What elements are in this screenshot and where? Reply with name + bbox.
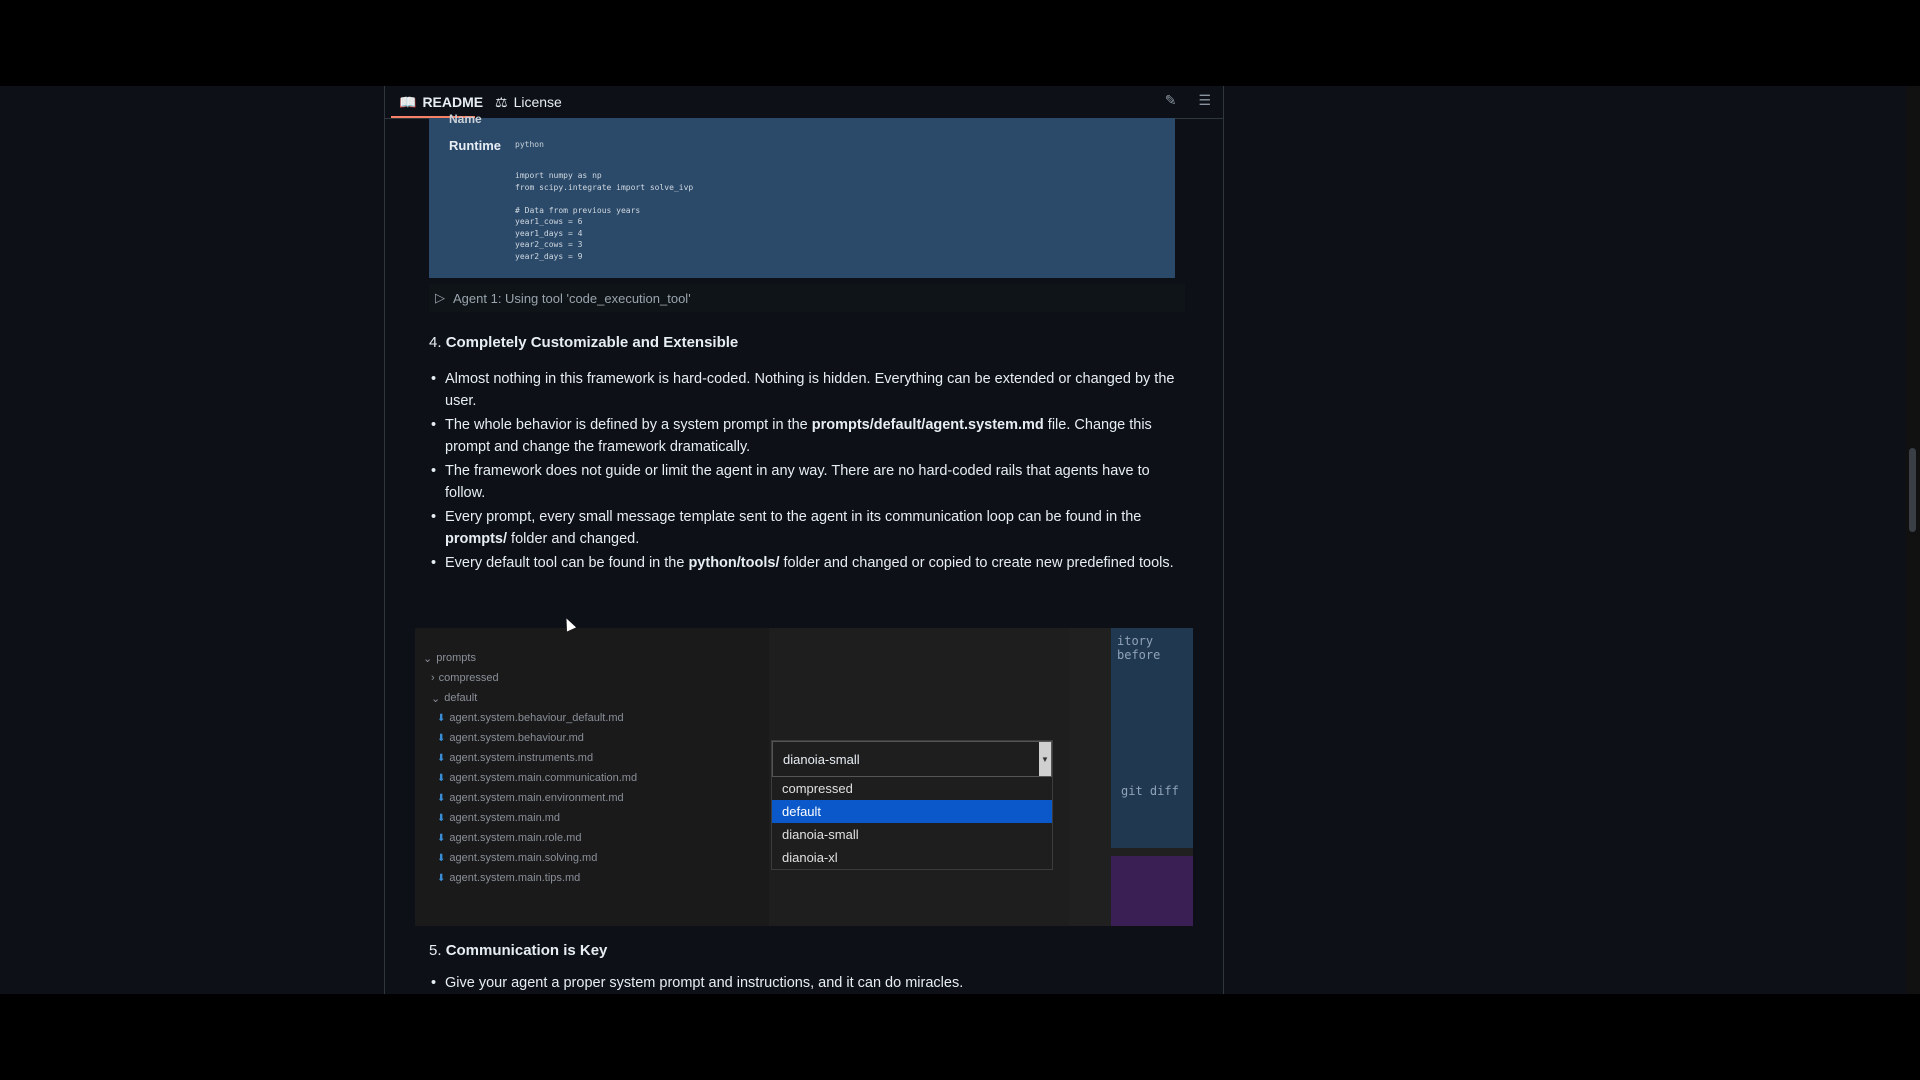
tree-file[interactable]: ⬇ agent.system.behaviour_default.md <box>437 710 624 726</box>
code-card: Name Runtime python import numpy as np f… <box>429 112 1175 278</box>
tree-file[interactable]: ⬇ agent.system.main.solving.md <box>437 850 597 866</box>
tab-license-label: License <box>513 94 562 110</box>
chevron-down-icon[interactable]: ▼ <box>1039 742 1051 776</box>
code-block: import numpy as np from scipy.integrate … <box>515 171 694 261</box>
list-item: Give your agent a proper system prompt a… <box>429 972 1189 994</box>
tree-folder-compressed[interactable]: › compressed <box>431 670 499 686</box>
feature-list: Almost nothing in this framework is hard… <box>429 368 1189 576</box>
agent-tool-bar[interactable]: ▷ Agent 1: Using tool 'code_execution_to… <box>429 284 1185 312</box>
list-item: The framework does not guide or limit th… <box>429 460 1189 504</box>
list-item: The whole behavior is defined by a syste… <box>429 414 1189 458</box>
code-fragment: itory before git diff <box>1111 628 1193 848</box>
readme-tabbar: 📖 README ⚖ License ✎ ☰ <box>385 86 1223 119</box>
tree-folder-default[interactable]: ⌄ default <box>431 690 477 706</box>
section-4-number: 4. <box>429 334 442 351</box>
list-item: Almost nothing in this framework is hard… <box>429 368 1189 412</box>
tree-file[interactable]: ⬇ agent.system.behaviour.md <box>437 730 584 746</box>
markdown-icon: ⬇ <box>437 772 446 784</box>
tab-readme[interactable]: 📖 README <box>399 92 483 112</box>
tree-file[interactable]: ⬇ agent.system.instruments.md <box>437 750 593 766</box>
runtime-label: Runtime <box>449 138 501 153</box>
readme-tools: ✎ ☰ <box>1165 92 1211 109</box>
list-item: Every default tool can be found in the p… <box>429 552 1189 574</box>
markdown-icon: ⬇ <box>437 832 446 844</box>
tree-file[interactable]: ⬇ agent.system.main.environment.md <box>437 790 624 806</box>
markdown-icon: ⬇ <box>437 852 446 864</box>
embedded-screenshot: ⌄ prompts › compressed ⌄ default ⬇ agent.… <box>415 628 1193 926</box>
section-4-title: Completely Customizable and Extensible <box>445 334 739 351</box>
list-icon[interactable]: ☰ <box>1198 92 1211 109</box>
markdown-icon: ⬇ <box>437 872 446 884</box>
section-5-heading: 5. Communication is Key <box>429 942 607 959</box>
tree-folder-prompts[interactable]: ⌄ prompts <box>423 650 476 666</box>
dropdown-option[interactable]: compressed <box>772 777 1052 800</box>
prompt-set-dropdown[interactable]: dianoia-small ▼ compressed default diano… <box>771 740 1053 870</box>
tree-file[interactable]: ⬇ agent.system.main.md <box>437 810 560 826</box>
scale-icon: ⚖ <box>495 93 508 110</box>
section-5-title: Communication is Key <box>445 942 608 959</box>
chevron-down-icon: ⌄ <box>431 692 441 705</box>
section-5-list: Give your agent a proper system prompt a… <box>429 972 1189 994</box>
markdown-icon: ⬇ <box>437 712 446 724</box>
agent-tool-text: Agent 1: Using tool 'code_execution_tool… <box>453 290 691 306</box>
section-4-heading: 4. Completely Customizable and Extensibl… <box>429 334 738 351</box>
terminal-strip <box>1111 856 1193 926</box>
runtime-value: python <box>515 140 544 149</box>
dropdown-option[interactable]: dianoia-xl <box>772 846 1052 869</box>
dropdown-selected[interactable]: dianoia-small ▼ <box>772 741 1052 777</box>
markdown-icon: ⬇ <box>437 752 446 764</box>
list-item: Every prompt, every small message templa… <box>429 506 1189 550</box>
tree-file[interactable]: ⬇ agent.system.main.communication.md <box>437 770 637 786</box>
markdown-icon: ⬇ <box>437 732 446 744</box>
chevron-right-icon: › <box>431 672 435 684</box>
page-scrollbar[interactable] <box>1906 86 1920 994</box>
tree-file[interactable]: ⬇ agent.system.main.role.md <box>437 830 581 846</box>
dropdown-option[interactable]: dianoia-small <box>772 823 1052 846</box>
scrollbar-thumb[interactable] <box>1909 448 1916 532</box>
file-tree: ⌄ prompts › compressed ⌄ default ⬇ agent.… <box>415 628 769 926</box>
book-icon: 📖 <box>399 93 417 110</box>
tab-readme-label: README <box>422 94 484 110</box>
chevron-down-icon: ⌄ <box>423 652 433 665</box>
readme-panel: 📖 README ⚖ License ✎ ☰ Name Runtime pyth… <box>384 86 1224 994</box>
name-label: Name <box>449 112 482 126</box>
markdown-icon: ⬇ <box>437 792 446 804</box>
markdown-icon: ⬇ <box>437 812 446 824</box>
dropdown-option-highlighted[interactable]: default <box>772 800 1052 823</box>
play-icon: ▷ <box>435 290 445 305</box>
tree-file[interactable]: ⬇ agent.system.main.tips.md <box>437 870 580 886</box>
pencil-icon[interactable]: ✎ <box>1165 92 1177 109</box>
tab-license[interactable]: ⚖ License <box>495 92 562 112</box>
section-5-number: 5. <box>429 942 442 959</box>
